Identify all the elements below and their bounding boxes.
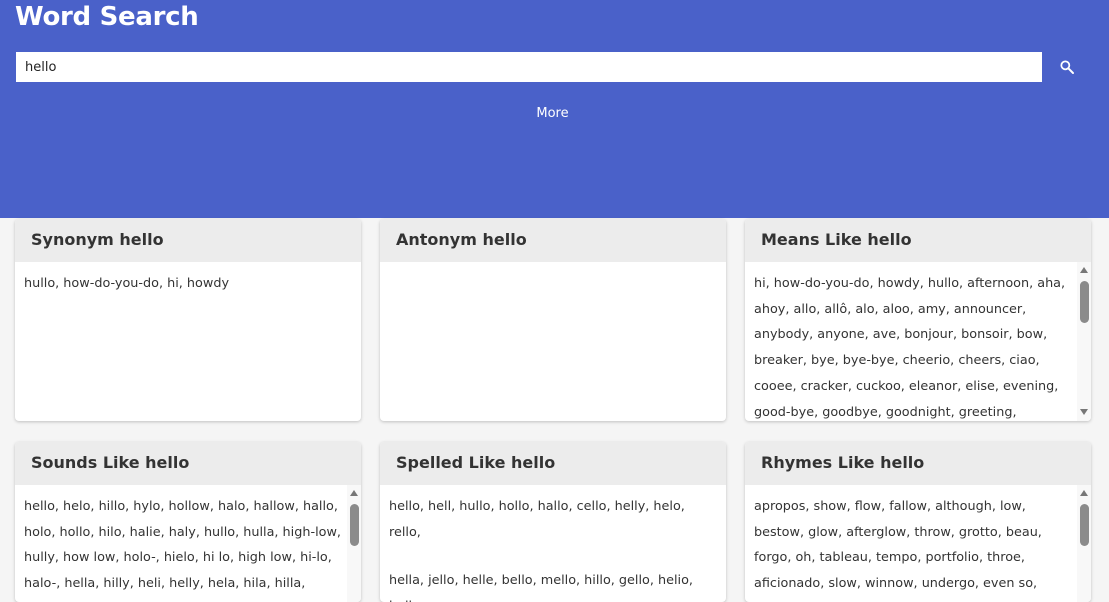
sounds-like-card: Sounds Like hello hello, helo, hillo, hy…	[15, 442, 361, 602]
card-title: Spelled Like hello	[380, 442, 726, 485]
card-title: Antonym hello	[380, 219, 726, 262]
synonym-card: Synonym hello hullo, how-do-you-do, hi, …	[15, 219, 361, 421]
word-list: hello, helo, hillo, hylo, hollow, halo, …	[24, 499, 341, 602]
card-title: Sounds Like hello	[15, 442, 361, 485]
scroll-down-arrow-icon[interactable]	[1080, 409, 1088, 415]
rhymes-like-card: Rhymes Like hello apropos, show, flow, f…	[745, 442, 1091, 602]
card-title: Synonym hello	[15, 219, 361, 262]
header-bar: Word Search More	[0, 0, 1109, 218]
scrollbar[interactable]	[1077, 485, 1091, 602]
word-list: hello, hell, hullo, hollo, hallo, cello,…	[389, 499, 685, 540]
word-list: hella, jello, helle, bello, mello, hillo…	[389, 573, 693, 602]
card-body: hello, helo, hillo, hylo, hollow, halo, …	[15, 485, 361, 602]
search-icon	[1060, 60, 1074, 74]
scrollbar[interactable]	[1077, 262, 1091, 421]
card-body: hello, hell, hullo, hollo, hallo, cello,…	[380, 485, 726, 602]
card-body: hi, how-do-you-do, howdy, hullo, afterno…	[745, 262, 1091, 421]
scrollbar[interactable]	[347, 485, 361, 602]
scrollbar-thumb[interactable]	[350, 504, 359, 546]
card-body: apropos, show, flow, fallow, although, l…	[745, 485, 1091, 602]
search-button[interactable]	[1050, 52, 1084, 82]
word-list: hullo, how-do-you-do, hi, howdy	[24, 276, 230, 291]
means-like-card: Means Like hello hi, how-do-you-do, howd…	[745, 219, 1091, 421]
antonym-card: Antonym hello	[380, 219, 726, 421]
spelled-like-card: Spelled Like hello hello, hell, hullo, h…	[380, 442, 726, 602]
scrollbar-thumb[interactable]	[1080, 281, 1089, 323]
card-title: Means Like hello	[745, 219, 1091, 262]
app-title: Word Search	[15, 2, 199, 32]
scroll-up-arrow-icon[interactable]	[1080, 490, 1088, 496]
card-body	[380, 262, 726, 421]
scroll-up-arrow-icon[interactable]	[1080, 267, 1088, 273]
search-input[interactable]	[16, 52, 1042, 82]
scrollbar-thumb[interactable]	[1080, 504, 1089, 546]
card-title: Rhymes Like hello	[745, 442, 1091, 485]
scroll-up-arrow-icon[interactable]	[350, 490, 358, 496]
word-list: hi, how-do-you-do, howdy, hullo, afterno…	[754, 276, 1066, 420]
word-list: apropos, show, flow, fallow, although, l…	[754, 499, 1042, 592]
more-button[interactable]: More	[0, 106, 1105, 121]
card-body: hullo, how-do-you-do, hi, howdy	[15, 262, 361, 421]
